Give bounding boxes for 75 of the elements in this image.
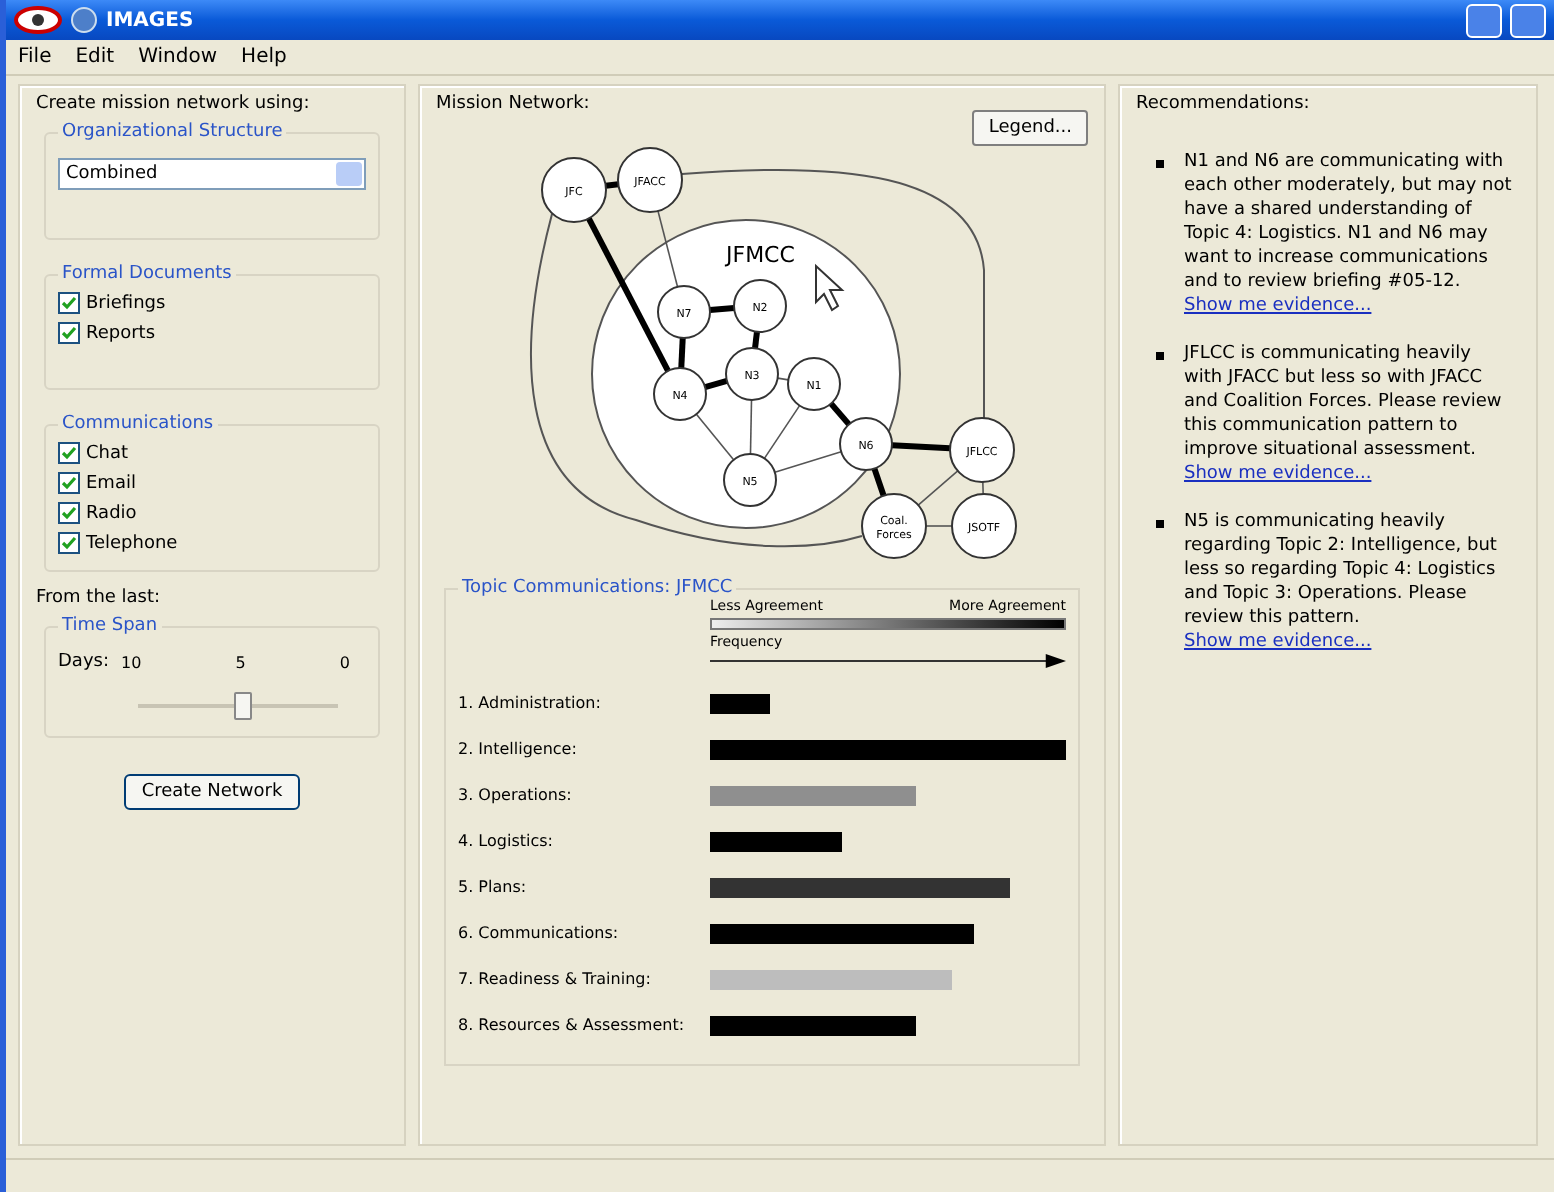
checkbox-box[interactable]: [58, 472, 80, 494]
network-link: [828, 401, 852, 427]
days-slider[interactable]: [138, 692, 338, 720]
topic-label: 4. Logistics:: [458, 832, 555, 850]
checkbox-label: Briefings: [86, 293, 166, 313]
network-link: [925, 525, 953, 527]
topic-label: 1. Administration:: [458, 694, 603, 712]
network-link: [871, 467, 887, 497]
globe-icon: [70, 6, 98, 34]
section-heading: Create mission network using:: [36, 94, 312, 114]
eye-icon: [14, 6, 62, 34]
section-heading: Mission Network:: [436, 94, 590, 114]
group-title: Formal Documents: [60, 264, 234, 284]
evidence-link[interactable]: Show me evidence...: [1184, 632, 1372, 652]
slider-unit: Days:: [58, 652, 109, 672]
checkbox-label: Radio: [86, 503, 137, 523]
evidence-link[interactable]: Show me evidence...: [1184, 296, 1372, 316]
checkbox-box[interactable]: [58, 442, 80, 464]
checkbox[interactable]: Telephone: [58, 532, 366, 554]
tick-label: 0: [339, 653, 350, 671]
recommendation-text: JFLCC is communicating heavily with JFACC but less so with JFACC and Coalition Forces. Please review this communication pattern to improve situational assessment. Show me evidence...: [1184, 342, 1504, 486]
create-network-button[interactable]: Create Network: [123, 774, 301, 810]
maximize-button[interactable]: [1510, 3, 1546, 37]
group-title: Organizational Structure: [60, 122, 285, 142]
checkbox-label: Chat: [86, 443, 129, 463]
network-link: [917, 470, 959, 506]
cursor-icon: [815, 263, 845, 312]
topic-label: 7. Readiness & Training:: [458, 970, 653, 988]
bullet-icon: [1156, 160, 1164, 168]
menu-item[interactable]: Window: [138, 46, 218, 68]
evidence-link[interactable]: Show me evidence...: [1184, 464, 1372, 484]
section-heading: Recommendations:: [1136, 94, 1312, 114]
window-title: IMAGES: [106, 9, 194, 31]
structure-dropdown[interactable]: Combined: [58, 158, 366, 190]
topic-label: 6. Communications:: [458, 924, 621, 942]
checkbox[interactable]: Reports: [58, 322, 366, 344]
network-link: [982, 481, 984, 495]
menu-item[interactable]: File: [18, 46, 52, 68]
legend-button[interactable]: Legend...: [972, 110, 1088, 146]
cluster-label: JFMCC: [726, 242, 795, 268]
checkbox-label: Email: [86, 473, 136, 493]
menu-item[interactable]: Help: [241, 46, 287, 68]
checkbox-box[interactable]: [58, 502, 80, 524]
slider-thumb[interactable]: [234, 692, 252, 720]
bullet-icon: [1156, 520, 1164, 528]
network-link: [709, 305, 735, 313]
checkbox[interactable]: Chat: [58, 442, 366, 464]
checkbox[interactable]: Email: [58, 472, 366, 494]
group-title: Topic Communications: JFMCC: [460, 578, 735, 598]
network-link: [749, 399, 753, 455]
checkbox-label: Reports: [86, 323, 156, 343]
network-link: [695, 413, 735, 461]
checkbox[interactable]: Radio: [58, 502, 366, 524]
checkbox[interactable]: Briefings: [58, 292, 366, 314]
menu-item[interactable]: Edit: [75, 46, 115, 68]
topic-label: 2. Intelligence:: [458, 740, 579, 758]
tick-label: 5: [235, 653, 246, 671]
checkbox-box[interactable]: [58, 292, 80, 314]
tick-label: 10: [121, 653, 142, 671]
group-title: Communications: [60, 414, 216, 434]
bullet-icon: [1156, 352, 1164, 360]
checkbox-box[interactable]: [58, 532, 80, 554]
network-link: [704, 378, 728, 390]
minimize-button[interactable]: [1466, 3, 1502, 37]
topic-label: 5. Plans:: [458, 878, 529, 896]
topic-label: 3. Operations:: [458, 786, 574, 804]
checkbox-label: Telephone: [86, 533, 178, 553]
recommendation-text: N5 is communicating heavily regarding Topic 2: Intelligence, but less so regarding Topic 4: Logistics and Topic 3: Operations. Please review this pattern. Show me evidence...: [1184, 510, 1499, 654]
checkbox-box[interactable]: [58, 322, 80, 344]
group-title: Time Span: [60, 616, 160, 636]
network-link: [678, 337, 686, 369]
network-link: [891, 442, 951, 452]
topic-label: 8. Resources & Assessment:: [458, 1016, 687, 1034]
section-heading: From the last:: [36, 588, 163, 608]
recommendation-text: N1 and N6 are communicating with each other moderately, but may not have a shared understanding of Topic 4: Logistics. N1 and N6 may want to increase communications and to review briefing #05-12. Show me evidence...: [1184, 150, 1512, 318]
